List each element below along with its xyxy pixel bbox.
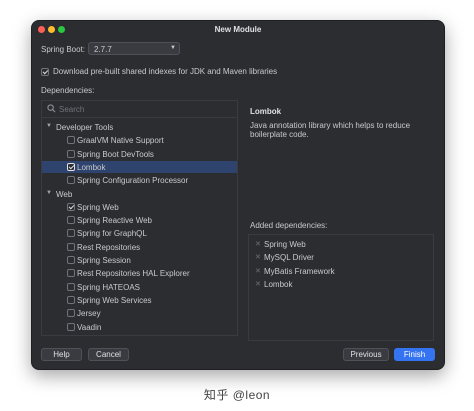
dialog-title: New Module bbox=[214, 25, 262, 34]
dependency-checkbox[interactable] bbox=[67, 322, 75, 331]
tree-item-label: Spring Boot DevTools bbox=[77, 149, 154, 159]
tree-item-label: Developer Tools bbox=[56, 123, 114, 132]
added-dependencies-label: Added dependencies: bbox=[250, 221, 328, 230]
download-indexes-option[interactable]: Download pre-built shared indexes for JD… bbox=[41, 67, 277, 76]
remove-icon[interactable]: ✕ bbox=[255, 280, 261, 288]
watermark-text: 知乎 @leon bbox=[203, 388, 271, 402]
added-dependency-label: MySQL Driver bbox=[264, 253, 314, 263]
title-bar: New Module bbox=[32, 21, 444, 39]
cancel-button[interactable]: Cancel bbox=[88, 348, 129, 361]
tree-item-label: Vaadin bbox=[77, 322, 102, 332]
dependency-info-description: Java annotation library which helps to r… bbox=[250, 121, 411, 139]
dependency-checkbox[interactable] bbox=[67, 229, 75, 238]
added-dependency-label: MyBatis Framework bbox=[264, 266, 335, 276]
tree-group[interactable]: ▼ Web bbox=[42, 188, 237, 200]
dependency-checkbox[interactable] bbox=[67, 269, 75, 278]
tree-group[interactable]: ▶Template Engines bbox=[42, 334, 237, 335]
dependencies-label: Dependencies: bbox=[41, 86, 95, 95]
dependency-checkbox[interactable] bbox=[67, 309, 75, 318]
dependency-checkbox[interactable] bbox=[67, 282, 75, 291]
tree-item[interactable]: Spring Web bbox=[42, 201, 237, 213]
dependency-search-input[interactable]: Search bbox=[42, 101, 237, 118]
tree-item[interactable]: Rest Repositories bbox=[42, 241, 237, 253]
tree-item[interactable]: Spring Boot DevTools bbox=[42, 148, 237, 160]
tree-item-label: Jersey bbox=[77, 309, 101, 319]
dependency-checkbox[interactable] bbox=[67, 256, 75, 264]
dependencies-tree-panel: Search ▼ Developer Tools GraalVM Native Su… bbox=[41, 100, 238, 336]
dependency-checkbox[interactable] bbox=[67, 242, 75, 251]
tree-item-label: Spring Session bbox=[77, 256, 131, 265]
tree-item[interactable]: GraalVM Native Support bbox=[42, 134, 237, 146]
tree-item[interactable]: Vaadin bbox=[42, 321, 237, 333]
spring-boot-label: Spring Boot: bbox=[41, 45, 86, 54]
search-icon bbox=[47, 104, 56, 113]
added-dependencies-list: ✕ Spring Web ✕ MySQL Driver ✕ MyBatis Framewo… bbox=[248, 234, 434, 341]
chevron-down-icon[interactable]: ▼ bbox=[46, 190, 52, 196]
tree-item[interactable]: Spring HATEOAS bbox=[42, 281, 237, 293]
remove-icon[interactable]: ✕ bbox=[255, 240, 261, 248]
dependency-checkbox[interactable] bbox=[67, 149, 75, 158]
dependency-checkbox[interactable] bbox=[67, 176, 75, 185]
added-dependency-label: Lombok bbox=[264, 279, 293, 289]
dependency-checkbox[interactable] bbox=[67, 162, 75, 171]
tree-item-label: Web bbox=[56, 189, 73, 199]
download-indexes-label: Download pre-built shared indexes for JD… bbox=[53, 67, 278, 76]
tree-item-label: Spring for GraphQL bbox=[77, 229, 147, 239]
download-indexes-checkbox[interactable] bbox=[41, 67, 49, 76]
finish-button[interactable]: Finish bbox=[394, 348, 435, 361]
chevron-down-icon: ▼ bbox=[170, 45, 176, 51]
spring-boot-version-value: 2.7.7 bbox=[94, 45, 112, 54]
tree-item[interactable]: Rest Repositories HAL Explorer bbox=[42, 267, 237, 279]
new-module-dialog: New Module Spring Boot: 2.7.7 ▼ Download… bbox=[31, 20, 445, 370]
dependency-checkbox[interactable] bbox=[67, 295, 75, 304]
tree-item[interactable]: Lombok bbox=[42, 160, 237, 173]
tree-item-label: Spring Reactive Web bbox=[77, 216, 152, 226]
tree-item[interactable]: Spring Reactive Web bbox=[42, 214, 237, 226]
tree-item-label: GraalVM Native Support bbox=[77, 136, 164, 146]
tree-item-label: Spring Configuration Processor bbox=[77, 176, 189, 186]
remove-icon[interactable]: ✕ bbox=[255, 253, 261, 261]
remove-icon[interactable]: ✕ bbox=[255, 267, 261, 275]
tree-item[interactable]: Spring for GraphQL bbox=[42, 227, 237, 239]
spring-boot-version-select[interactable]: 2.7.7 ▼ bbox=[88, 42, 180, 55]
dependency-info-title: Lombok bbox=[250, 107, 282, 116]
search-placeholder: Search bbox=[59, 105, 85, 114]
dependency-checkbox[interactable] bbox=[67, 202, 75, 211]
tree-item-label: Spring Web bbox=[77, 202, 119, 212]
tree-item[interactable]: Spring Session bbox=[42, 254, 237, 266]
added-dependency-label: Spring Web bbox=[264, 240, 306, 249]
dependency-checkbox[interactable] bbox=[67, 216, 75, 225]
tree-item[interactable]: Jersey bbox=[42, 307, 237, 319]
tree-group[interactable]: ▼ Developer Tools bbox=[42, 121, 237, 133]
chevron-down-icon[interactable]: ▼ bbox=[46, 123, 52, 129]
tree-item-label: Rest Repositories bbox=[77, 242, 141, 252]
previous-button[interactable]: Previous bbox=[343, 348, 389, 361]
help-button[interactable]: Help bbox=[41, 348, 82, 361]
tree-item-label: Rest Repositories HAL Explorer bbox=[77, 269, 190, 279]
tree-item[interactable]: Spring Configuration Processor bbox=[42, 174, 237, 186]
tree-item-label: Lombok bbox=[77, 162, 106, 172]
tree-item-label: Spring HATEOAS bbox=[77, 282, 140, 292]
tree-item-label: Spring Web Services bbox=[77, 295, 152, 305]
tree-item[interactable]: Spring Web Services bbox=[42, 294, 237, 306]
dependency-checkbox[interactable] bbox=[67, 136, 75, 145]
